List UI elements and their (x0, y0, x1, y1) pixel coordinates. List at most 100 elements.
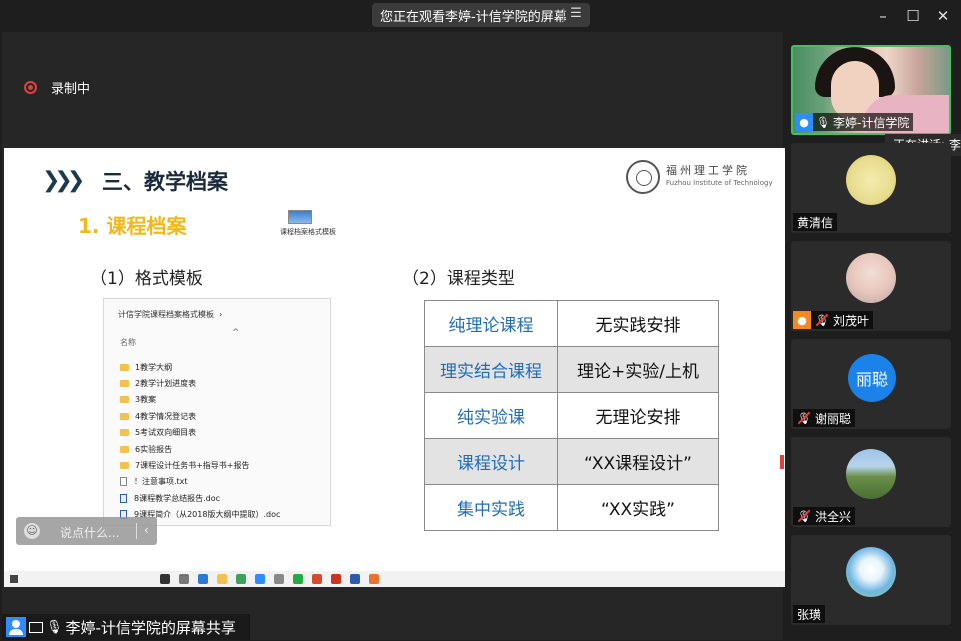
user-icon (6, 617, 26, 637)
windows-start-icon (10, 575, 18, 583)
pill-divider (563, 8, 564, 22)
smile-icon[interactable]: ☺ (24, 523, 40, 539)
screenshot-icon (288, 210, 312, 224)
university-logo: 福州理工学院 Fuzhou Institute of Technology (626, 160, 773, 196)
folder-icon (120, 380, 129, 388)
file-list: 1教学大纲 2教学计划进度表 3教案 4教学情况登记表 5考试双向细目表 6实验… (120, 359, 280, 523)
user-icon: ● (795, 113, 813, 131)
folder-icon (217, 574, 227, 584)
participant-name-tag: ● 🎙 李婷-计信学院 (795, 113, 914, 131)
participant-tile[interactable]: 丽聪 🎙 谢丽聪 (791, 339, 951, 429)
participant-tile[interactable]: ● 🎙 刘茂叶 (791, 241, 951, 331)
logo-name-cn: 福州理工学院 (666, 164, 750, 177)
meeting-window: 您正在观看李婷-计信学院的屏幕 ☰ – ☐ ✕ 录制中 ❯❯❯ 三、教学档案 福… (0, 0, 961, 641)
course-type-heading: （2）课程类型 (402, 269, 515, 289)
participant-name-tag: 🎙 谢丽聪 (793, 409, 856, 427)
viewing-text: 您正在观看李婷-计信学院的屏幕 (380, 9, 567, 25)
participant-name: 刘茂叶 (833, 313, 870, 328)
share-label: 🎙 李婷-计信学院的屏幕共享 (2, 614, 250, 640)
user-icon: ● (793, 311, 811, 329)
template-thumbnail: 课程档案格式模板 (280, 210, 336, 240)
participant-avatar (846, 253, 896, 303)
presentation-slide: ❯❯❯ 三、教学档案 福州理工学院 Fuzhou Institute of Te… (4, 148, 785, 573)
recording-indicator[interactable]: 录制中 (24, 78, 90, 97)
arrangement-cell: 理论+实验/上机 (557, 346, 719, 393)
ppt-icon (369, 574, 379, 584)
participant-name: 张璜 (797, 607, 822, 622)
folder-icon (120, 445, 129, 453)
section-title: 三、教学档案 (102, 170, 228, 194)
shared-screen: 录制中 ❯❯❯ 三、教学档案 福州理工学院 Fuzhou Institute o… (2, 32, 785, 640)
menu-lines-icon[interactable]: ☰ (568, 6, 584, 24)
table-row: 课程设计 “XX课程设计” (424, 438, 719, 485)
participant-tile[interactable]: ● 🎙 李婷-计信学院 (791, 45, 951, 135)
participant-avatar (846, 449, 896, 499)
folder-icon (120, 462, 129, 470)
close-icon[interactable]: ✕ (932, 6, 954, 26)
mic-muted-icon: 🎙 (797, 509, 811, 523)
participant-avatar (846, 547, 896, 597)
seal-icon (626, 160, 660, 194)
chevrons-icon: ❯❯❯ (42, 168, 85, 193)
app-icon (274, 574, 284, 584)
subsection-title: 1. 课程档案 (78, 214, 187, 238)
sort-caret-icon: ^ (232, 328, 240, 338)
remote-taskbar (4, 571, 785, 587)
course-type-table: 纯理论课程 无实践安排 理实结合课程 理论+实验/上机 纯实验课 无理论安排 课程设计… (424, 300, 719, 531)
mic-icon: 🎙 (46, 619, 63, 635)
participant-name-tag: ● 🎙 刘茂叶 (793, 311, 874, 329)
title-bar: 您正在观看李婷-计信学院的屏幕 ☰ – ☐ ✕ (0, 0, 961, 32)
taskbar-search (26, 573, 150, 585)
chat-placeholder: 说点什么... (60, 526, 120, 540)
folder-icon (120, 429, 129, 437)
participant-avatar (846, 155, 896, 205)
table-row: 理实结合课程 理论+实验/上机 (424, 346, 719, 393)
table-row: 集中实践 “XX实践” (424, 484, 719, 531)
maximize-icon[interactable]: ☐ (902, 6, 924, 26)
column-header-name: 名称 (120, 338, 136, 347)
app-icon (255, 574, 265, 584)
course-type-cell: 纯实验课 (424, 392, 558, 439)
file-explorer-image: 计信学院课程档案格式模板 › ^ 名称 1教学大纲 2教学计划进度表 3教案 4… (103, 298, 331, 526)
share-owner-label: 李婷-计信学院的屏幕共享 (65, 618, 236, 637)
thumbnail-caption: 课程档案格式模板 (280, 228, 336, 236)
participant-name: 洪全兴 (815, 509, 852, 524)
participant-tile[interactable]: 张璜 (791, 535, 951, 625)
recording-label: 录制中 (51, 82, 91, 97)
participant-name-tag: 黄清信 (793, 213, 838, 231)
format-template-heading: （1）格式模板 (90, 269, 203, 289)
arrangement-cell: “XX实践” (557, 484, 719, 531)
chat-input[interactable]: ☺ 说点什么... ‹ (16, 517, 157, 545)
wps-icon (331, 574, 341, 584)
app-icon (236, 574, 246, 584)
folder-icon (120, 396, 129, 404)
app-icon (179, 574, 189, 584)
folder-icon (120, 412, 129, 420)
course-type-cell: 理实结合课程 (424, 346, 558, 393)
word-icon (350, 574, 360, 584)
arrangement-cell: 无实践安排 (557, 300, 719, 347)
table-row: 纯实验课 无理论安排 (424, 392, 719, 439)
mic-icon: 🎙 (816, 115, 830, 129)
participant-name-tag: 张璜 (793, 605, 826, 623)
list-item: ！注意事项.txt (120, 474, 280, 490)
mic-muted-icon: 🎙 (797, 411, 811, 425)
chevron-left-icon[interactable]: ‹ (144, 523, 149, 537)
list-item: 6实验报告 (120, 441, 280, 457)
participant-tile[interactable]: 🎙 洪全兴 (791, 437, 951, 527)
app-icon (293, 574, 303, 584)
participant-name: 李婷-计信学院 (833, 115, 910, 130)
chat-divider (136, 523, 137, 539)
course-type-cell: 纯理论课程 (424, 300, 558, 347)
folder-icon (120, 363, 129, 371)
course-type-cell: 课程设计 (424, 438, 558, 485)
participant-avatar: 丽聪 (848, 354, 896, 402)
app-icon (312, 574, 322, 584)
list-item: 2教学计划进度表 (120, 375, 280, 391)
arrangement-cell: 无理论安排 (557, 392, 719, 439)
list-item: 5考试双向细目表 (120, 425, 280, 441)
participant-tile[interactable]: 黄清信 (791, 143, 951, 233)
minimize-icon[interactable]: – (872, 6, 894, 26)
viewing-indicator[interactable]: 您正在观看李婷-计信学院的屏幕 ☰ (372, 3, 590, 27)
participant-name: 谢丽聪 (815, 411, 852, 426)
